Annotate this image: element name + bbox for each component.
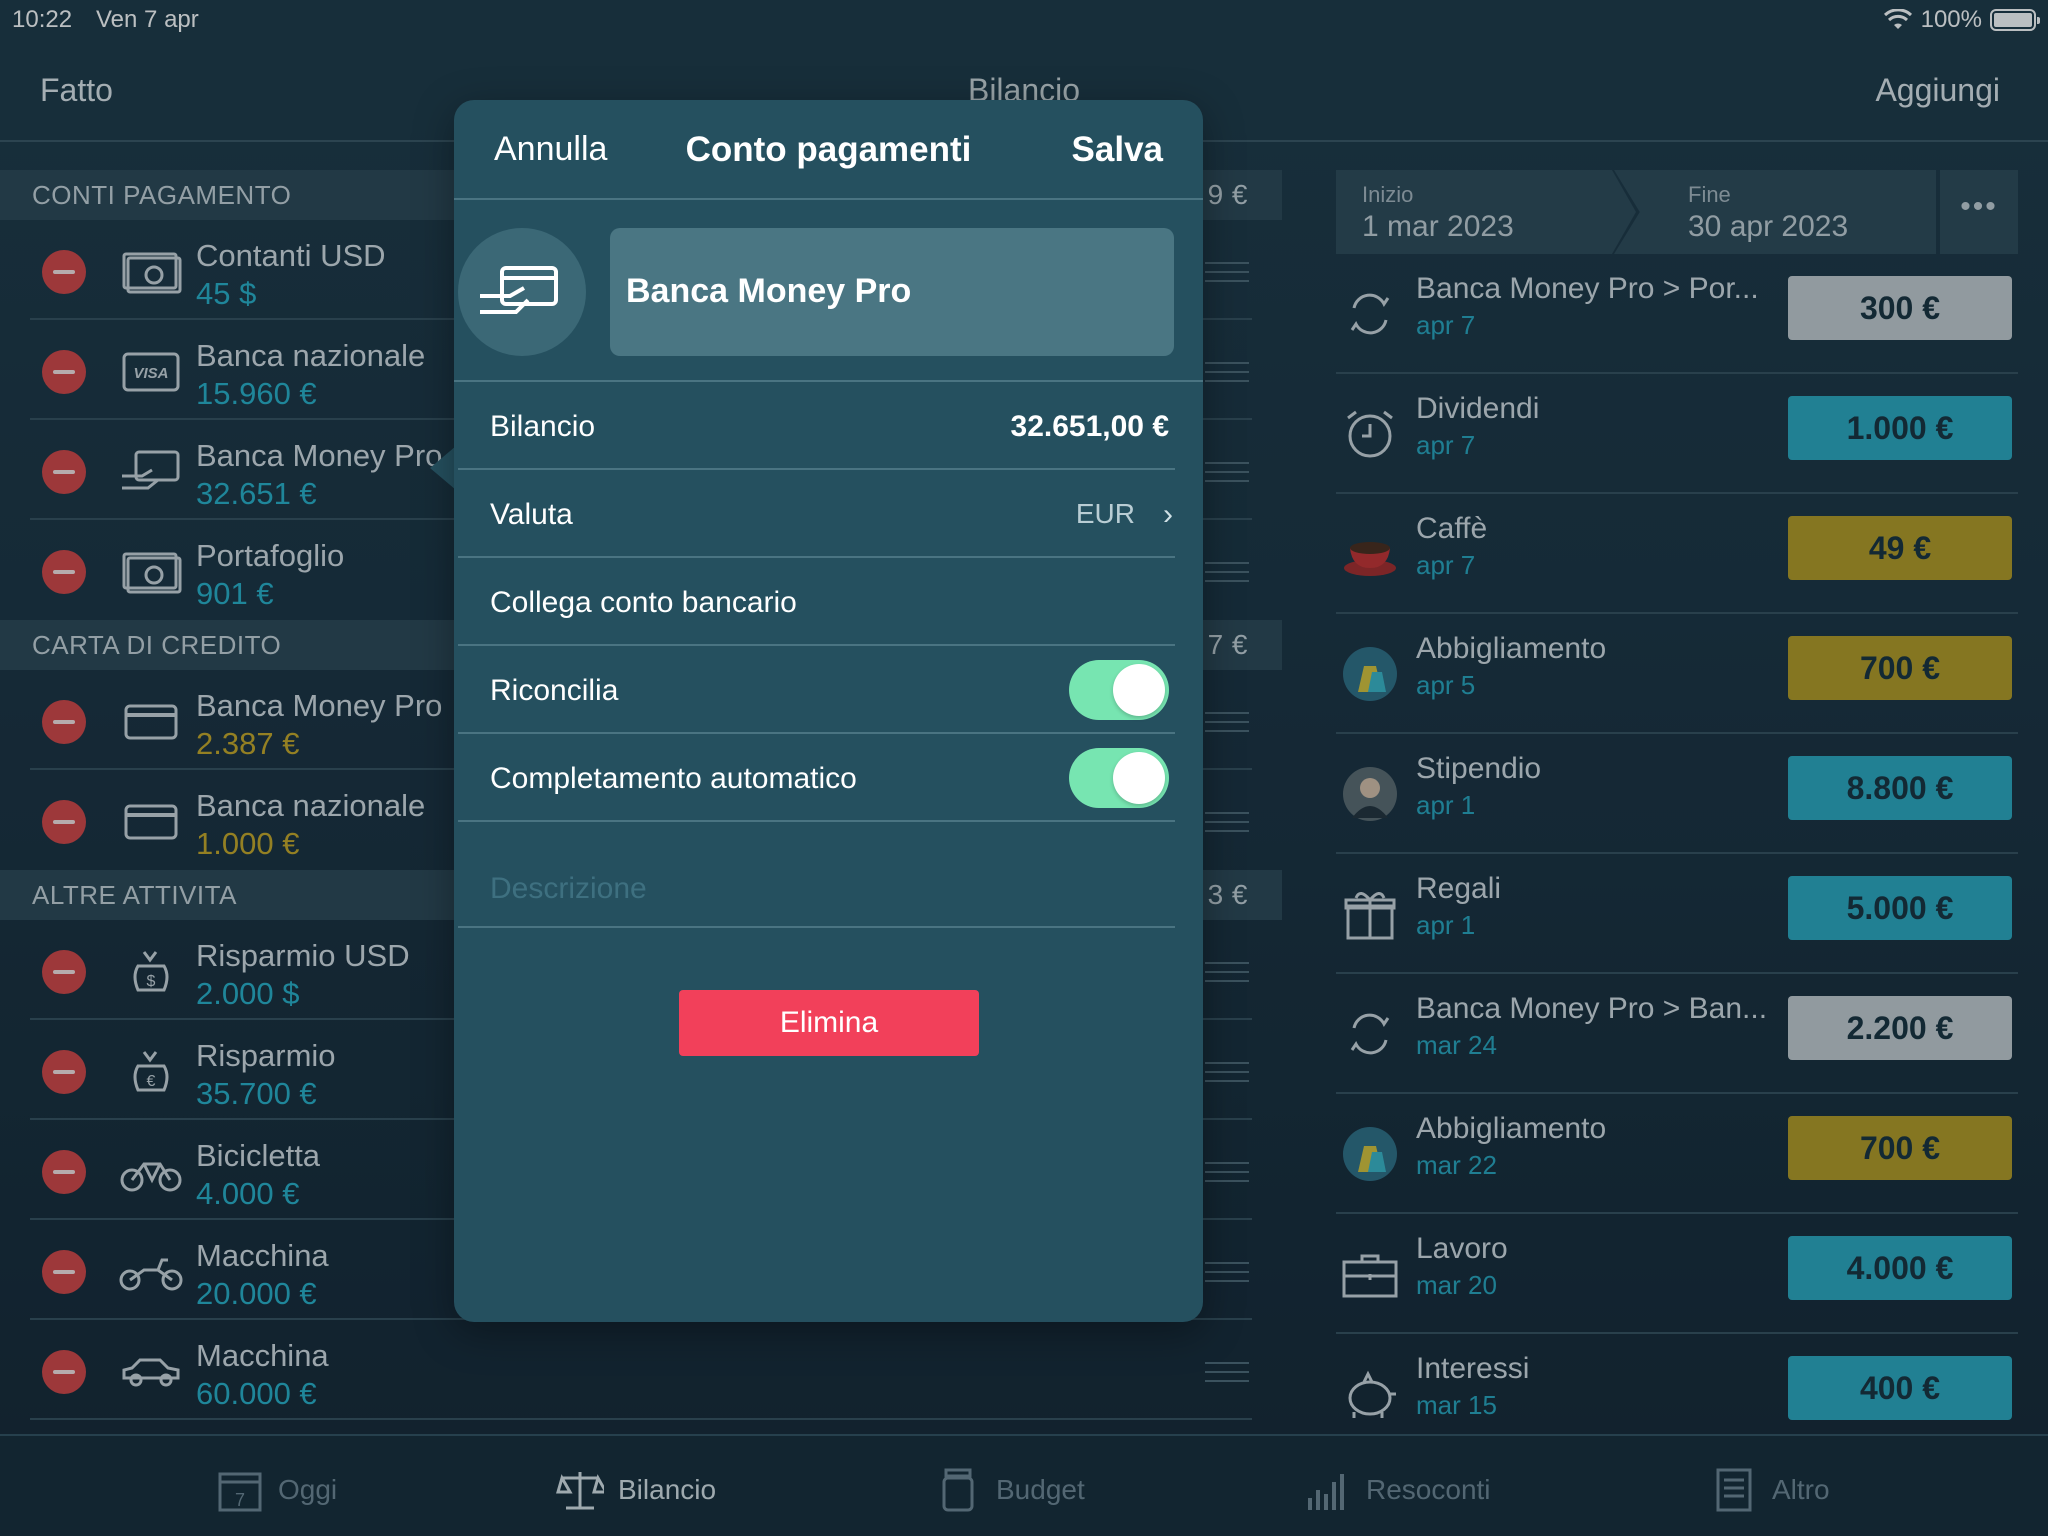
currency-value: EUR (1075, 498, 1135, 529)
autocomplete-label: Completamento automatico (490, 762, 857, 795)
delete-button[interactable]: Elimina (679, 990, 979, 1056)
account-name-value: Banca Money Pro (626, 272, 912, 310)
edit-account-popover: Annulla Conto pagamenti Salva Banca Mone… (454, 100, 1203, 1322)
description-input[interactable] (490, 872, 1130, 906)
hand-card-icon (480, 266, 558, 314)
link-bank-row[interactable]: Collega conto bancario (458, 558, 1175, 646)
balance-row[interactable]: Bilancio 32.651,00 € (458, 382, 1175, 470)
popover-arrow (430, 446, 456, 490)
reconcile-toggle[interactable] (1069, 660, 1169, 720)
chevron-right-icon: › (1163, 498, 1173, 531)
save-button[interactable]: Salva (1072, 130, 1163, 170)
account-name-field[interactable]: Banca Money Pro (610, 228, 1174, 356)
currency-label: Valuta (490, 498, 573, 531)
autocomplete-toggle[interactable] (1069, 748, 1169, 808)
account-icon-button[interactable] (458, 228, 586, 356)
account-identity: Banca Money Pro (454, 200, 1203, 382)
reconcile-row: Riconcilia (458, 646, 1175, 734)
description-row (458, 822, 1175, 928)
balance-label: Bilancio (490, 410, 596, 443)
balance-value: 32.651,00 € (1010, 410, 1169, 443)
reconcile-label: Riconcilia (490, 674, 619, 707)
link-bank-label: Collega conto bancario (490, 586, 797, 619)
popover-header: Annulla Conto pagamenti Salva (454, 100, 1203, 200)
autocomplete-row: Completamento automatico (458, 734, 1175, 822)
currency-row[interactable]: Valuta EUR › (458, 470, 1175, 558)
